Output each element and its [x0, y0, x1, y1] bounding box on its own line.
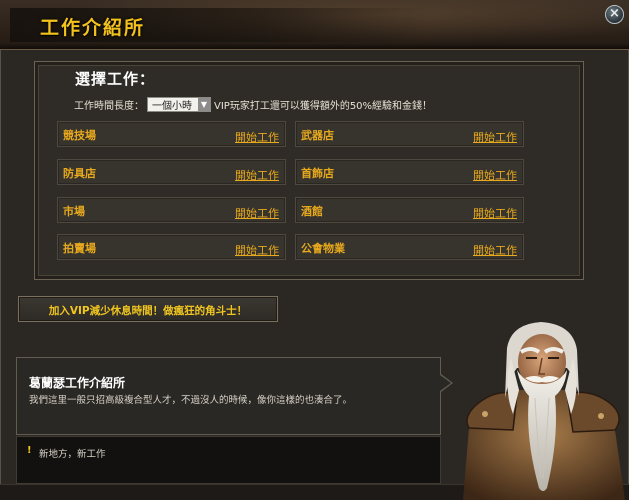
job-name: 酒館	[301, 205, 323, 218]
start-work-button[interactable]: 開始工作	[473, 167, 517, 183]
close-icon: ×	[609, 6, 620, 21]
job-row-guild-property: 公會物業 開始工作	[295, 234, 524, 260]
job-name: 首飾店	[301, 167, 334, 180]
job-row-weapon-shop: 武器店 開始工作	[295, 121, 524, 147]
job-row-tavern: 酒館 開始工作	[295, 197, 524, 223]
window-title: 工作介紹所	[40, 17, 146, 39]
start-work-button[interactable]: 開始工作	[235, 129, 279, 145]
duration-row: 工作時間長度： 一個小時 ▼ VIP玩家打工還可以獲得額外的50%經驗和金錢！	[74, 96, 432, 112]
start-work-button[interactable]: 開始工作	[235, 205, 279, 221]
dialogue-bubble-tail	[440, 374, 453, 392]
quest-notice-text[interactable]: 新地方，新工作	[39, 446, 106, 460]
job-name: 競技場	[63, 129, 96, 142]
job-name: 拍賣場	[63, 242, 96, 255]
job-row-market: 市場 開始工作	[57, 197, 286, 223]
vip-bonus-note: VIP玩家打工還可以獲得額外的50%經驗和金錢！	[214, 100, 433, 112]
quest-notice[interactable]	[16, 436, 441, 484]
start-work-button[interactable]: 開始工作	[473, 242, 517, 258]
npc-dialogue-line: 我們這里一般只招高級複合型人才，不過沒人的時候，像你這樣的也湊合了。	[29, 395, 353, 406]
start-work-button[interactable]: 開始工作	[473, 205, 517, 221]
start-work-button[interactable]: 開始工作	[235, 242, 279, 258]
job-name: 防具店	[63, 167, 96, 180]
job-row-auction-house: 拍賣場 開始工作	[57, 234, 286, 260]
close-button[interactable]: ×	[605, 5, 624, 24]
duration-select[interactable]: 一個小時 ▼	[147, 96, 211, 112]
vip-banner-text: 加入VIP減少休息時間！做瘋狂的角斗士！	[48, 305, 248, 317]
job-name: 市場	[63, 205, 85, 218]
title-bar: 工作介紹所 ×	[0, 0, 629, 50]
job-row-arena: 競技場 開始工作	[57, 121, 286, 147]
panel-heading: 選擇工作：	[75, 70, 156, 88]
job-row-armor-shop: 防具店 開始工作	[57, 159, 286, 185]
start-work-button[interactable]: 開始工作	[473, 129, 517, 145]
start-work-button[interactable]: 開始工作	[235, 167, 279, 183]
duration-label: 工作時間長度：	[74, 100, 144, 112]
duration-selected-value: 一個小時	[152, 100, 192, 112]
chevron-down-icon: ▼	[198, 97, 210, 111]
job-name: 武器店	[301, 129, 334, 142]
npc-portrait	[463, 322, 625, 500]
exclamation-icon: !	[27, 445, 32, 456]
job-name: 公會物業	[301, 242, 345, 255]
npc-name: 葛蘭瑟工作介紹所	[29, 376, 126, 390]
job-row-jewelry-shop: 首飾店 開始工作	[295, 159, 524, 185]
vip-banner-button[interactable]: 加入VIP減少休息時間！做瘋狂的角斗士！	[18, 296, 278, 322]
